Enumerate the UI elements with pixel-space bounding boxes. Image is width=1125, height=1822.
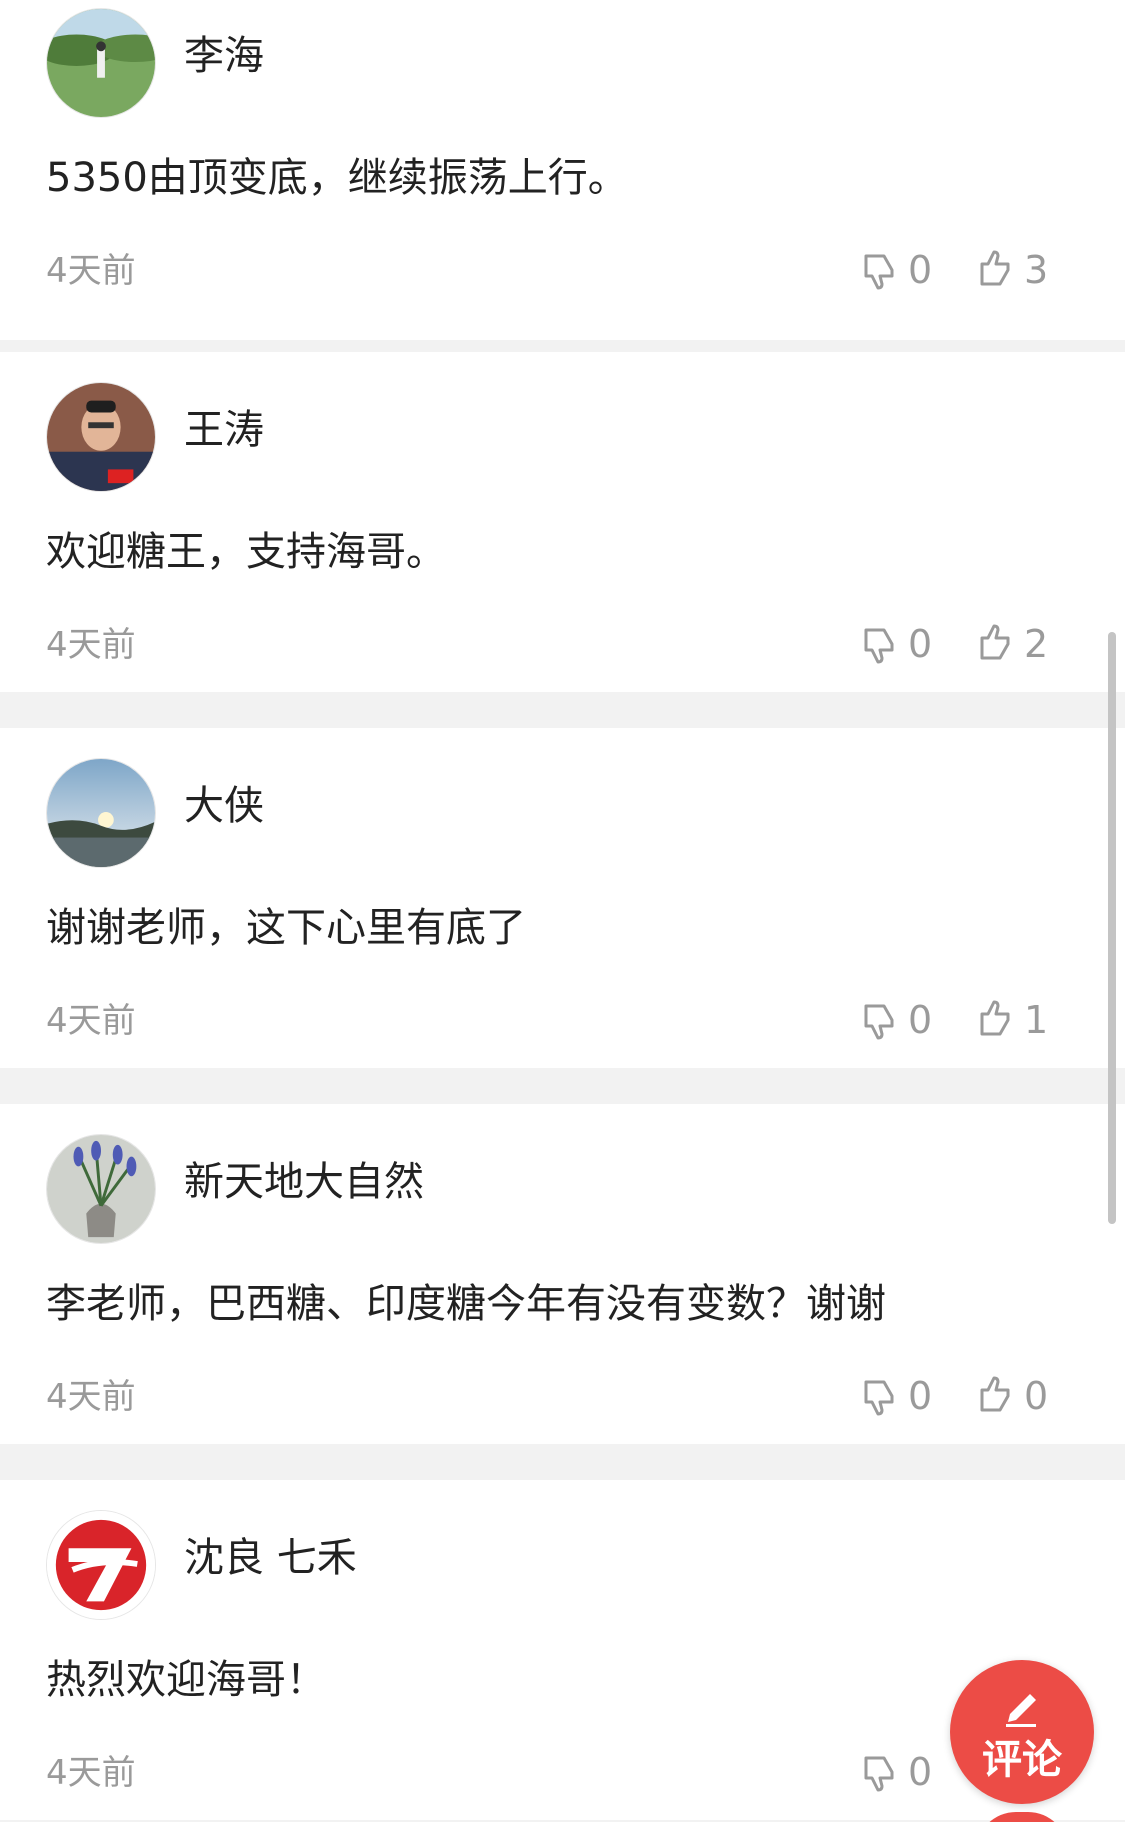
comment-card: 李海 5350由顶变底，继续振荡上行。 4天前 0 3 (0, 0, 1125, 340)
comment-button[interactable]: 评论 (950, 1660, 1094, 1804)
comment-text: 欢迎糖王，支持海哥。 (46, 529, 446, 575)
thumbs-up-icon (976, 1000, 1016, 1040)
pencil-icon (1000, 1686, 1044, 1730)
dislike-count: 0 (908, 1750, 933, 1794)
timestamp: 4天前 (46, 1377, 136, 1417)
username[interactable]: 沈良 七禾 (184, 1538, 357, 1578)
thumbs-down-icon (860, 624, 900, 664)
thumbs-down-icon (860, 1376, 900, 1416)
like-button[interactable]: 1 (976, 1000, 1048, 1040)
avatar[interactable] (46, 382, 156, 492)
avatar[interactable] (46, 1510, 156, 1620)
comment-text: 谢谢老师，这下心里有底了 (46, 905, 526, 951)
thumbs-up-icon (976, 250, 1016, 290)
timestamp: 4天前 (46, 251, 136, 291)
like-count: 2 (1024, 622, 1049, 666)
username[interactable]: 李海 (184, 36, 264, 76)
username[interactable]: 新天地大自然 (184, 1162, 424, 1202)
comment-button-label: 评论 (982, 1737, 1062, 1783)
thumbs-down-icon (860, 1752, 900, 1792)
thumbs-down-icon (860, 250, 900, 290)
like-button[interactable]: 0 (976, 1376, 1048, 1416)
like-count: 1 (1024, 998, 1049, 1042)
timestamp: 4天前 (46, 1001, 136, 1041)
comment-text: 5350由顶变底，继续振荡上行。 (46, 155, 628, 201)
comment-card: 王涛 欢迎糖王，支持海哥。 4天前 0 2 (0, 352, 1125, 692)
thumbs-down-icon (860, 1000, 900, 1040)
avatar[interactable] (46, 758, 156, 868)
dislike-count: 0 (908, 248, 933, 292)
like-count: 0 (1024, 1374, 1049, 1418)
timestamp: 4天前 (46, 1753, 136, 1793)
dislike-count: 0 (908, 622, 933, 666)
dislike-button[interactable]: 0 (860, 250, 932, 290)
comment-text: 热烈欢迎海哥！ (46, 1657, 326, 1703)
scrollbar[interactable] (1108, 632, 1116, 1224)
username[interactable]: 王涛 (184, 410, 264, 450)
like-button[interactable]: 2 (976, 624, 1048, 664)
username[interactable]: 大侠 (184, 786, 264, 826)
comment-text: 李老师，巴西糖、印度糖今年有没有变数？谢谢 (46, 1281, 886, 1327)
thumbs-up-icon (976, 624, 1016, 664)
dislike-button[interactable]: 0 (860, 624, 932, 664)
comment-card: 新天地大自然 李老师，巴西糖、印度糖今年有没有变数？谢谢 4天前 0 0 (0, 1104, 1125, 1444)
dislike-count: 0 (908, 1374, 933, 1418)
timestamp: 4天前 (46, 625, 136, 665)
dislike-button[interactable]: 0 (860, 1376, 932, 1416)
dislike-button[interactable]: 0 (860, 1752, 932, 1792)
dislike-count: 0 (908, 998, 933, 1042)
comment-feed: 李海 5350由顶变底，继续振荡上行。 4天前 0 3 王涛 欢迎糖王，支持海哥… (0, 0, 1125, 1822)
thumbs-up-icon (976, 1376, 1016, 1416)
avatar[interactable] (46, 1134, 156, 1244)
comment-card: 大侠 谢谢老师，这下心里有底了 4天前 0 1 (0, 728, 1125, 1068)
dislike-button[interactable]: 0 (860, 1000, 932, 1040)
like-count: 3 (1024, 248, 1049, 292)
avatar[interactable] (46, 8, 156, 118)
like-button[interactable]: 3 (976, 250, 1048, 290)
